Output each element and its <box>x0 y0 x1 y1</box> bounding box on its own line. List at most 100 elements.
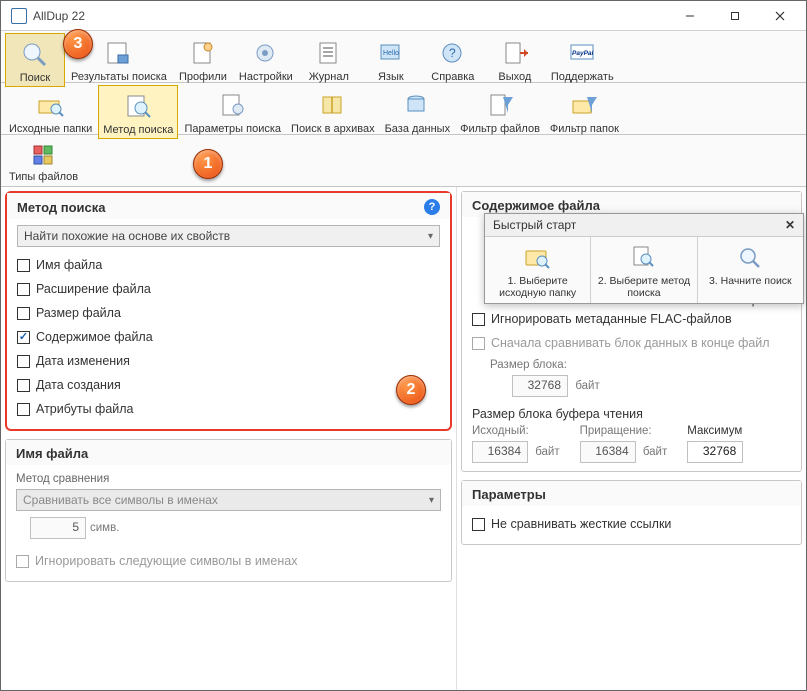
search-icon <box>19 38 51 70</box>
magnifier-icon <box>736 243 764 271</box>
folder-search-icon <box>524 243 552 271</box>
check-Имя-файла[interactable]: Имя файла <box>17 253 440 277</box>
ribbon-label: База данных <box>385 123 451 135</box>
ribbon-profiles[interactable]: Профили <box>173 33 233 87</box>
qs-step-3[interactable]: 3. Начните поиск <box>698 237 803 303</box>
help-icon[interactable]: ? <box>424 199 440 215</box>
window-title: AllDup 22 <box>33 9 667 23</box>
ribbon-label: Параметры поиска <box>184 123 281 135</box>
badge-1: 1 <box>193 149 223 179</box>
checkbox-icon <box>17 379 30 392</box>
quickstart-close[interactable]: ✕ <box>785 218 795 232</box>
ribbon-archives[interactable]: Поиск в архивах <box>287 85 379 139</box>
check-Расширение-файла[interactable]: Расширение файла <box>17 277 440 301</box>
input-block-size[interactable]: 32768 <box>512 375 568 397</box>
ribbon-settings[interactable]: Настройки <box>235 33 297 87</box>
check-Атрибуты-файла[interactable]: Атрибуты файла <box>17 397 440 421</box>
input-source[interactable]: 16384 <box>472 441 528 463</box>
combo-search-basis[interactable]: Найти похожие на основе их свойств ▾ <box>17 225 440 247</box>
ribbon-paypal[interactable]: PayPal Поддержать <box>547 33 618 87</box>
input-symbols-count[interactable]: 5 <box>30 517 86 539</box>
group-filename: Имя файла Метод сравнения Сравнивать все… <box>5 439 452 582</box>
file-filter-icon <box>484 89 516 121</box>
src-folders-icon <box>35 89 67 121</box>
checkbox-icon <box>17 283 30 296</box>
profiles-icon <box>187 37 219 69</box>
settings-icon <box>250 37 282 69</box>
ribbon-src-folders[interactable]: Исходные папки <box>5 85 96 139</box>
ribbon-label: Типы файлов <box>9 171 78 183</box>
qs-step-1[interactable]: 1. Выберите исходную папку <box>485 237 591 303</box>
maximize-button[interactable] <box>712 2 757 30</box>
checkbox-label: Расширение файла <box>36 282 151 296</box>
input-maximum[interactable]: 32768 <box>687 441 743 463</box>
ribbon-file-filter[interactable]: Фильтр файлов <box>456 85 544 139</box>
checkbox-icon <box>17 259 30 272</box>
checkbox-label: Атрибуты файла <box>36 402 134 416</box>
check-Размер-файла[interactable]: Размер файла <box>17 301 440 325</box>
ribbon-file-types[interactable]: Типы файлов <box>5 137 82 182</box>
svg-text:Hello: Hello <box>383 50 399 57</box>
checkbox-label: Содержимое файла <box>36 330 153 344</box>
svg-text:?: ? <box>449 46 456 60</box>
params-title: Параметры <box>472 487 546 502</box>
exit-icon <box>499 37 531 69</box>
checkbox-icon <box>17 307 30 320</box>
minimize-button[interactable] <box>667 2 712 30</box>
group-parameters: Параметры Не сравнивать жесткие ссылки <box>461 480 802 545</box>
combo-label: Найти похожие на основе их свойств <box>24 229 230 243</box>
lang-icon: Hello <box>375 37 407 69</box>
combo-compare-label: Сравнивать все символы в именах <box>23 493 218 507</box>
ribbon-label: Настройки <box>239 71 293 83</box>
svg-text:PayPal: PayPal <box>572 50 594 57</box>
ribbon-label: Фильтр папок <box>550 123 619 135</box>
check-Дата-изменения[interactable]: Дата изменения <box>17 349 440 373</box>
checkbox-icon <box>17 403 30 416</box>
input-increment[interactable]: 16384 <box>580 441 636 463</box>
check-hardlinks[interactable]: Не сравнивать жесткие ссылки <box>472 512 791 536</box>
database-icon <box>401 89 433 121</box>
label-increment: Приращение: <box>580 425 668 437</box>
check-Содержимое-файла[interactable]: Содержимое файла <box>17 325 440 349</box>
ribbon-search[interactable]: Поиск <box>5 33 65 87</box>
quickstart-panel: Быстрый старт ✕ 1. Выберите исходную пап… <box>484 213 804 304</box>
ribbon-help[interactable]: ?Справка <box>423 33 483 87</box>
ribbon-label: Результаты поиска <box>71 71 167 83</box>
check-ignore-symbols[interactable]: Игнорировать следующие символы в именах <box>16 549 441 573</box>
group-title-method: Метод поиска <box>17 200 105 215</box>
ribbon-label: Исходные папки <box>9 123 92 135</box>
ribbon-log[interactable]: Журнал <box>299 33 359 87</box>
qs1-label: 1. Выберите исходную папку <box>489 275 586 299</box>
unit-symbols: симв. <box>90 522 119 534</box>
search-method-icon <box>122 90 154 122</box>
checkbox-icon <box>17 331 30 344</box>
app-icon <box>11 8 27 24</box>
help-icon: ? <box>437 37 469 69</box>
paypal-icon: PayPal <box>566 37 598 69</box>
ribbon-label: Метод поиска <box>103 124 173 136</box>
search-params-icon <box>217 89 249 121</box>
block-size-label: Размер блока: <box>490 359 567 371</box>
ribbon-exit[interactable]: Выход <box>485 33 545 87</box>
file-types-icon <box>28 141 60 169</box>
check-flac[interactable]: Игнорировать метаданные FLAC-файлов <box>472 307 791 331</box>
check-block-end[interactable]: Сначала сравнивать блок данных в конце ф… <box>472 331 791 355</box>
ribbon-search-params[interactable]: Параметры поиска <box>180 85 285 139</box>
panel-right: Содержимое файла файлах Игнорировать мет… <box>456 187 806 690</box>
check-Дата-создания[interactable]: Дата создания <box>17 373 440 397</box>
folder-filter-icon <box>568 89 600 121</box>
ribbon-label: Поиск в архивах <box>291 123 375 135</box>
ribbon-database[interactable]: База данных <box>381 85 455 139</box>
combo-compare-symbols[interactable]: Сравнивать все символы в именах ▾ <box>16 489 441 511</box>
qs3-label: 3. Начните поиск <box>709 275 792 287</box>
filename-title: Имя файла <box>16 446 88 461</box>
ribbon-search-method[interactable]: Метод поиска <box>98 85 178 139</box>
ribbon-label: Поддержать <box>551 71 614 83</box>
badge-2: 2 <box>396 375 426 405</box>
qs-step-2[interactable]: 2. Выберите метод поиска <box>591 237 697 303</box>
ribbon-row-2: Исходные папки Метод поиска Параметры поис… <box>1 83 806 135</box>
ribbon-lang[interactable]: HelloЯзык <box>361 33 421 87</box>
close-button[interactable] <box>757 2 802 30</box>
ribbon-folder-filter[interactable]: Фильтр папок <box>546 85 623 139</box>
quickstart-title: Быстрый старт <box>493 218 576 232</box>
